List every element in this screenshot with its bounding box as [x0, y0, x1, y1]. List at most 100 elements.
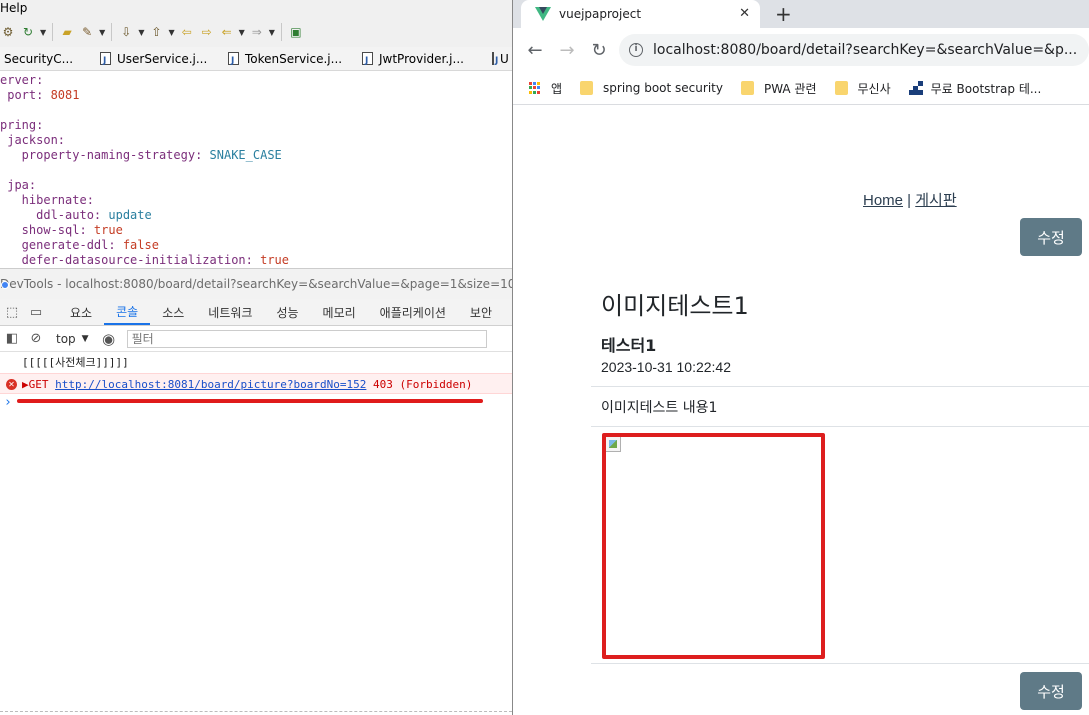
code-line: jpa:	[0, 178, 37, 192]
last-edit-icon[interactable]: ⇦	[179, 24, 195, 40]
console-filter-input[interactable]	[126, 329, 487, 348]
java-file-icon	[228, 49, 239, 70]
tab-application[interactable]: 애플리케이션	[368, 299, 458, 325]
java-file-icon	[492, 49, 498, 70]
device-toolbar-icon[interactable]: ▭	[24, 299, 48, 325]
forward-icon[interactable]: →	[553, 36, 581, 64]
tab-memory[interactable]: 메모리	[311, 299, 368, 325]
editor-tab[interactable]: JwtProvider.j...	[358, 47, 488, 70]
inspect-element-icon[interactable]: ⬚	[0, 299, 24, 325]
menu-bar: Help	[0, 0, 512, 17]
editor-tab[interactable]: UserService.j...	[96, 47, 224, 70]
devtools-tabs: ⬚ ▭ 요소 콘솔 소스 네트워크 성능 메모리 애플리케이션 보안	[0, 299, 512, 326]
tab-console[interactable]: 콘솔	[104, 299, 151, 325]
close-icon[interactable]: ✕	[739, 6, 750, 21]
pin-editor-icon[interactable]: ▣	[288, 24, 304, 40]
log-info-line: [[[[[사전체크]]]]]	[22, 356, 129, 369]
apps-icon	[529, 82, 541, 94]
code-line: erver:	[0, 73, 44, 87]
log-error-line[interactable]: ✕ ▶GET http://localhost:8081/board/pictu…	[0, 373, 512, 394]
next-annotation-icon[interactable]: ⇩	[118, 24, 134, 40]
forward-edit-icon[interactable]: ⇨	[199, 24, 215, 40]
bookmark-apps[interactable]: 앱	[529, 80, 562, 97]
java-file-icon	[100, 49, 111, 70]
code-line: port: 8081	[0, 88, 80, 102]
reload-icon[interactable]: ↻	[585, 36, 613, 64]
code-editor[interactable]: erver: port: 8081 pring: jackson: proper…	[0, 72, 512, 268]
refresh-icon[interactable]: ↻	[20, 24, 36, 40]
new-tab-icon[interactable]: +	[775, 2, 792, 26]
tab-security[interactable]: 보안	[458, 299, 504, 325]
tab-performance[interactable]: 성능	[264, 299, 310, 325]
chevron-down-icon[interactable]: ▼	[239, 28, 245, 37]
post-title: 이미지테스트1	[601, 292, 749, 320]
status-bar	[0, 711, 512, 715]
bookmark-folder[interactable]: spring boot security	[580, 81, 723, 95]
nav-home-link[interactable]: Home	[863, 192, 903, 209]
edit-button-bottom[interactable]: 수정	[1020, 672, 1082, 710]
edit-button-top[interactable]: 수정	[1020, 218, 1082, 256]
bookmark-folder[interactable]: 무신사	[834, 80, 891, 97]
divider	[280, 23, 282, 41]
clear-console-icon[interactable]: ⊘	[24, 331, 48, 346]
app-nav: Home | 게시판	[863, 189, 957, 210]
code-line: jackson:	[0, 133, 66, 147]
folder-icon	[580, 81, 594, 95]
prev-annotation-icon[interactable]: ⇧	[148, 24, 164, 40]
page-content: Home | 게시판 수정 이미지테스트1 테스터1 2023-10-31 10…	[513, 105, 1089, 715]
editor-tab[interactable]: U	[488, 47, 512, 70]
post-date: 2023-10-31 10:22:42	[601, 359, 731, 375]
code-line: show-sql: true	[0, 223, 123, 237]
eclipse-toolbar: ⚙ ↻ ▼ ▰ ✎ ▼ ⇩ ▼ ⇧ ▼ ⇦ ⇨ ⇐ ▼ ⇒ ▼ ▣	[0, 17, 512, 47]
devtools-window: DevTools - localhost:8080/board/detail?s…	[0, 268, 512, 715]
chevron-down-icon[interactable]: ▼	[138, 28, 144, 37]
code-line: generate-ddl: false	[0, 238, 159, 252]
java-file-icon	[362, 49, 373, 70]
open-folder-icon[interactable]: ▰	[59, 24, 75, 40]
menu-help[interactable]: Help	[0, 1, 27, 15]
debug-icon[interactable]: ⚙	[0, 24, 16, 40]
error-url-link[interactable]: http://localhost:8081/board/picture?boar…	[55, 378, 366, 391]
eye-icon[interactable]: ◉	[97, 330, 121, 348]
back-arrow-icon[interactable]: ⇐	[219, 24, 235, 40]
divider	[591, 386, 1089, 387]
context-selector[interactable]: top ▼	[48, 332, 97, 346]
editor-tab[interactable]: TokenService.j...	[224, 47, 358, 70]
tab-elements[interactable]: 요소	[58, 299, 104, 325]
code-line: ddl-auto: update	[0, 208, 152, 222]
chevron-down-icon[interactable]: ▼	[168, 28, 174, 37]
chevron-down-icon[interactable]: ▼	[269, 28, 275, 37]
tab-title: vuejpaproject	[559, 7, 642, 21]
editor-tab[interactable]: SecurityC...	[0, 47, 96, 70]
sidebar-toggle-icon[interactable]: ◧	[0, 331, 24, 346]
browser-toolbar: ← → ↻ i localhost:8080/board/detail?sear…	[513, 28, 1089, 72]
devtools-title: DevTools - localhost:8080/board/detail?s…	[0, 277, 512, 291]
console-toolbar: ◧ ⊘ top ▼ ◉	[0, 326, 512, 352]
tab-sources[interactable]: 소스	[150, 299, 196, 325]
nav-board-link[interactable]: 게시판	[915, 192, 956, 209]
chevron-down-icon[interactable]: ▼	[40, 28, 46, 37]
url-text: localhost:8080/board/detail?searchKey=&s…	[653, 42, 1078, 58]
annotation-underline	[17, 399, 483, 403]
forward-arrow-icon[interactable]: ⇒	[249, 24, 265, 40]
divider	[591, 663, 1089, 664]
divider	[111, 23, 113, 41]
tab-network[interactable]: 네트워크	[196, 299, 264, 325]
console-prompt[interactable]: ›	[0, 394, 512, 412]
annotation-box	[602, 433, 825, 659]
info-icon[interactable]: i	[629, 43, 643, 57]
bookmark-bootstrap[interactable]: 무료 Bootstrap 테...	[908, 80, 1041, 97]
address-bar[interactable]: i localhost:8080/board/detail?searchKey=…	[619, 34, 1089, 66]
wand-icon[interactable]: ✎	[79, 24, 95, 40]
bookmarks-bar: 앱 spring boot security PWA 관련 무신사 무료 Boo…	[513, 72, 1089, 105]
browser-window: vuejpaproject ✕ + ← → ↻ i localhost:8080…	[512, 0, 1089, 715]
bookmark-folder[interactable]: PWA 관련	[740, 80, 817, 97]
browser-tab[interactable]: vuejpaproject ✕	[521, 0, 760, 28]
devtools-title-bar: DevTools - localhost:8080/board/detail?s…	[0, 269, 512, 299]
eclipse-window: Help ⚙ ↻ ▼ ▰ ✎ ▼ ⇩ ▼ ⇧ ▼ ⇦ ⇨ ⇐ ▼ ⇒ ▼ ▣ Securit…	[0, 0, 512, 268]
back-icon[interactable]: ←	[521, 36, 549, 64]
chevron-down-icon[interactable]: ▼	[99, 28, 105, 37]
nav-separator: |	[903, 192, 916, 209]
